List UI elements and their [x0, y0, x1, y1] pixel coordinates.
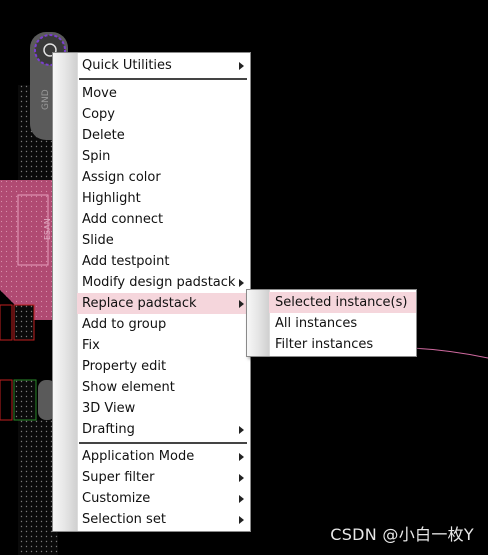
menu-item-show-element[interactable]: Show element — [77, 377, 250, 398]
pcb-canvas[interactable]: GND ESAN Quick Utilities Move Copy Delet… — [0, 0, 488, 555]
menu-item-move[interactable]: Move — [77, 83, 250, 104]
submenu-arrow-icon — [239, 453, 244, 461]
submenu-arrow-icon — [239, 279, 244, 287]
watermark: CSDN @小白一枚Y — [330, 525, 474, 544]
menu-item-slide[interactable]: Slide — [77, 230, 250, 251]
menu-separator — [79, 442, 247, 444]
menu-item-quick-utilities[interactable]: Quick Utilities — [77, 55, 250, 76]
submenu-arrow-icon — [239, 62, 244, 70]
submenu-item-selected-instances[interactable]: Selected instance(s) — [269, 292, 416, 313]
pad-label-gnd: GND — [41, 89, 51, 110]
menu-item-add-to-group[interactable]: Add to group — [77, 314, 250, 335]
pin-label: ESAN — [43, 218, 52, 240]
submenu-arrow-icon — [239, 495, 244, 503]
submenu-arrow-icon — [239, 474, 244, 482]
menu-item-customize[interactable]: Customize — [77, 488, 250, 509]
menu-item-modify-design-padstack[interactable]: Modify design padstack — [77, 272, 250, 293]
submenu-replace-padstack: Selected instance(s) All instances Filte… — [246, 289, 417, 357]
menu-item-highlight[interactable]: Highlight — [77, 188, 250, 209]
menu-item-delete[interactable]: Delete — [77, 125, 250, 146]
menu-item-add-testpoint[interactable]: Add testpoint — [77, 251, 250, 272]
submenu-item-filter-instances[interactable]: Filter instances — [269, 334, 416, 355]
submenu-arrow-icon — [239, 426, 244, 434]
submenu-gutter — [247, 290, 270, 356]
submenu-arrow-icon — [239, 516, 244, 524]
menu-item-property-edit[interactable]: Property edit — [77, 356, 250, 377]
menu-separator — [79, 78, 247, 80]
menu-item-application-mode[interactable]: Application Mode — [77, 446, 250, 467]
menu-gutter — [53, 53, 78, 531]
menu-item-copy[interactable]: Copy — [77, 104, 250, 125]
copper-pour — [0, 180, 58, 320]
menu-item-3d-view[interactable]: 3D View — [77, 398, 250, 419]
menu-item-super-filter[interactable]: Super filter — [77, 467, 250, 488]
menu-item-add-connect[interactable]: Add connect — [77, 209, 250, 230]
context-menu: Quick Utilities Move Copy Delete Spin As… — [52, 52, 251, 532]
submenu-arrow-icon — [239, 300, 244, 308]
submenu-item-all-instances[interactable]: All instances — [269, 313, 416, 334]
menu-item-replace-padstack[interactable]: Replace padstack — [77, 293, 250, 314]
menu-item-spin[interactable]: Spin — [77, 146, 250, 167]
menu-item-fix[interactable]: Fix — [77, 335, 250, 356]
menu-item-selection-set[interactable]: Selection set — [77, 509, 250, 530]
menu-item-drafting[interactable]: Drafting — [77, 419, 250, 440]
menu-item-assign-color[interactable]: Assign color — [77, 167, 250, 188]
